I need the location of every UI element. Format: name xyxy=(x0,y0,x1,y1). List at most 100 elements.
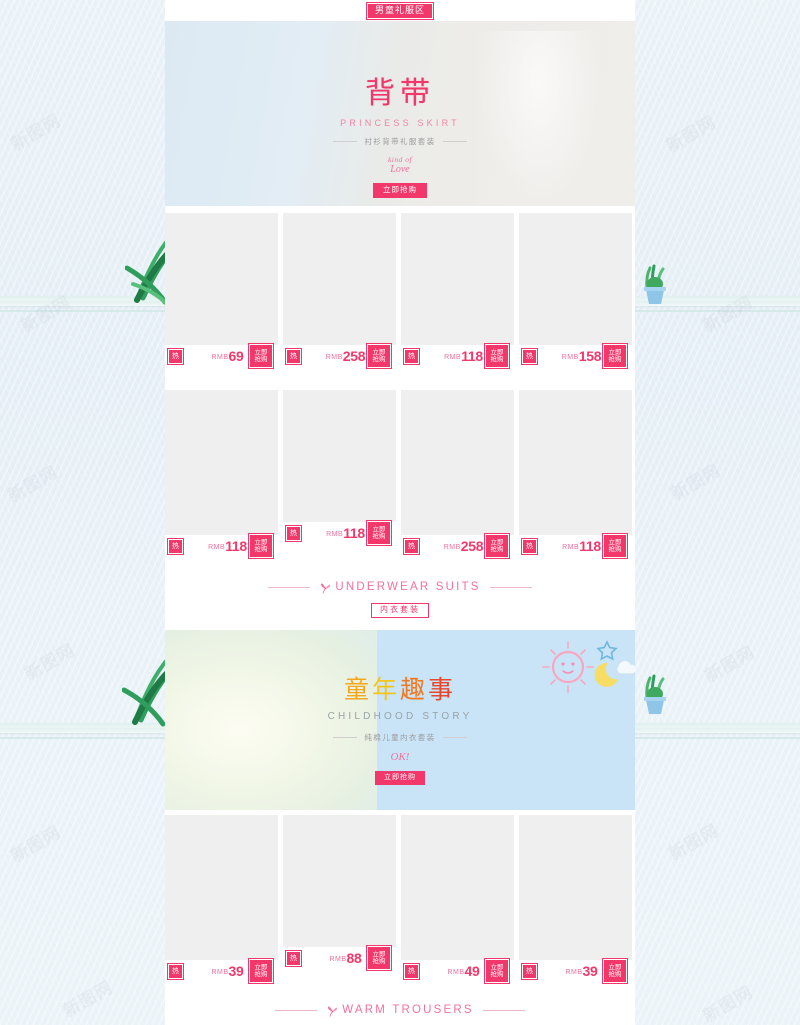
product-card[interactable]: 热 RMB118 立即 抢购 xyxy=(165,390,278,558)
banner2-title-char-2: 年 xyxy=(371,676,400,704)
price-amount: 118 xyxy=(461,347,483,364)
product-info-bar: 热 RMB39 立即 抢购 xyxy=(165,959,278,983)
buy-now-button[interactable]: 立即 抢购 xyxy=(485,534,509,558)
currency-label: RMB xyxy=(208,543,226,551)
buy-line-2: 抢购 xyxy=(608,971,622,978)
buy-line-2: 抢购 xyxy=(490,546,504,553)
product-image-placeholder xyxy=(519,390,632,558)
product-image-placeholder xyxy=(165,815,278,983)
product-row-2: 热 RMB118 立即 抢购 热 RMB118 立即 抢购 热 RMB258 立… xyxy=(165,390,635,562)
buy-line-1: 立即 xyxy=(254,348,268,356)
section-title-wrap: UNDERWEAR SUITS xyxy=(319,580,480,594)
price-amount: 258 xyxy=(460,537,484,554)
banner2-text-stack: 童年趣事 CHILDHOOD STORY 纯棉儿童内衣套装 OK! 立即抢购 xyxy=(165,630,635,810)
currency-label: RMB xyxy=(326,530,344,538)
buy-line-1: 立即 xyxy=(490,963,504,971)
hot-badge: 热 xyxy=(168,349,183,364)
buy-line-2: 抢购 xyxy=(490,356,504,363)
price-amount: 118 xyxy=(225,537,247,554)
buy-now-button[interactable]: 立即 抢购 xyxy=(249,534,273,558)
buy-line-2: 抢购 xyxy=(608,356,622,363)
currency-label: RMB xyxy=(329,955,347,963)
product-info-bar: 热 RMB158 立即 抢购 xyxy=(519,344,632,368)
product-card[interactable]: 热 RMB88 立即 抢购 xyxy=(283,815,396,970)
banner2-title-char-4: 事 xyxy=(428,676,457,704)
product-row-3: 热 RMB39 立即 抢购 热 RMB88 立即 抢购 热 RMB49 立即 抢… xyxy=(165,815,635,987)
product-card[interactable]: 热 RMB258 立即 抢购 xyxy=(283,213,396,368)
potted-plant-right-lower xyxy=(644,674,666,714)
buy-line-1: 立即 xyxy=(608,963,622,971)
buy-line-1: 立即 xyxy=(254,538,268,546)
product-card[interactable]: 热 RMB69 立即 抢购 xyxy=(165,213,278,368)
product-image-placeholder xyxy=(519,815,632,983)
product-image-placeholder xyxy=(401,390,514,558)
price-amount: 39 xyxy=(582,962,598,979)
buy-now-button[interactable]: 立即 抢购 xyxy=(485,959,509,983)
hot-badge: 热 xyxy=(168,539,183,554)
banner-text-stack: 背带 PRINCESS SKIRT 衬衫背带礼服套装 kind of Love … xyxy=(165,21,635,206)
product-image-placeholder xyxy=(401,815,514,983)
banner-buy-button[interactable]: 立即抢购 xyxy=(373,183,427,198)
product-card[interactable]: 热 RMB258 立即 抢购 xyxy=(401,390,514,558)
buy-line-1: 立即 xyxy=(372,525,386,533)
buy-now-button[interactable]: 立即 抢购 xyxy=(367,344,391,368)
product-image-placeholder xyxy=(165,390,278,558)
product-info-bar: 热 RMB49 立即 抢购 xyxy=(401,959,514,983)
buy-now-button[interactable]: 立即 抢购 xyxy=(603,959,627,983)
buy-line-2: 抢购 xyxy=(372,533,386,540)
butterfly-icon xyxy=(321,583,331,594)
section-divider-left xyxy=(275,1009,318,1011)
product-card[interactable]: 热 RMB118 立即 抢购 xyxy=(519,390,632,558)
section-badge[interactable]: 内衣套装 xyxy=(371,603,429,618)
section-title-row: UNDERWEAR SUITS xyxy=(165,580,635,594)
product-card[interactable]: 热 RMB39 立即 抢购 xyxy=(165,815,278,983)
product-card[interactable]: 热 RMB118 立即 抢购 xyxy=(401,213,514,368)
section-title-text: WARM TROUSERS xyxy=(342,1004,474,1016)
product-card[interactable]: 热 RMB118 立即 抢购 xyxy=(283,390,396,545)
currency-label: RMB xyxy=(561,353,579,361)
banner2-buy-button[interactable]: 立即抢购 xyxy=(375,771,425,785)
product-card[interactable]: 热 RMB49 立即 抢购 xyxy=(401,815,514,983)
buy-now-button[interactable]: 立即 抢购 xyxy=(485,344,509,368)
section-header-warm-trousers: WARM TROUSERS xyxy=(165,1003,635,1017)
butterfly-icon xyxy=(328,1006,338,1017)
banner2-tagline: 纯棉儿童内衣套装 xyxy=(364,733,436,742)
buy-now-button[interactable]: 立即 抢购 xyxy=(367,521,391,545)
banner-tagline: 衬衫背带礼服套装 xyxy=(364,137,436,146)
hot-badge: 热 xyxy=(404,349,419,364)
product-info-bar: 热 RMB118 立即 抢购 xyxy=(401,344,514,368)
hot-badge: 热 xyxy=(286,349,301,364)
buy-line-2: 抢购 xyxy=(372,356,386,363)
banner-script-line2: Love xyxy=(390,163,410,175)
page-content-column: 男童礼服区 背带 PRINCESS SKIRT 衬衫背带礼服套装 kind of… xyxy=(165,0,635,1025)
product-info-bar: 热 RMB258 立即 抢购 xyxy=(401,534,514,558)
currency-label: RMB xyxy=(447,968,465,976)
divider-line-right xyxy=(442,737,467,738)
section-divider-right xyxy=(489,586,532,588)
banner2-title-char-1: 童 xyxy=(343,676,372,704)
currency-label: RMB xyxy=(325,353,343,361)
buy-now-button[interactable]: 立即 抢购 xyxy=(367,946,391,970)
hot-badge: 热 xyxy=(522,964,537,979)
hot-badge: 热 xyxy=(522,539,537,554)
hero-banner-princess-skirt[interactable]: 背带 PRINCESS SKIRT 衬衫背带礼服套装 kind of Love … xyxy=(165,21,635,206)
currency-label: RMB xyxy=(443,543,461,551)
currency-label: RMB xyxy=(562,543,580,551)
buy-now-button[interactable]: 立即 抢购 xyxy=(249,344,273,368)
section-divider-left xyxy=(268,586,311,588)
top-category-badge[interactable]: 男童礼服区 xyxy=(366,3,434,19)
buy-now-button[interactable]: 立即 抢购 xyxy=(603,344,627,368)
banner2-title-char-3: 趣 xyxy=(400,676,429,704)
buy-line-1: 立即 xyxy=(490,348,504,356)
product-card[interactable]: 热 RMB39 立即 抢购 xyxy=(519,815,632,983)
price-amount: 39 xyxy=(228,962,244,979)
buy-now-button[interactable]: 立即 抢购 xyxy=(603,534,627,558)
price-amount: 69 xyxy=(228,347,244,364)
hero-banner-childhood-story[interactable]: 童年趣事 CHILDHOOD STORY 纯棉儿童内衣套装 OK! 立即抢购 xyxy=(165,630,635,810)
hot-badge: 热 xyxy=(286,526,301,541)
product-card[interactable]: 热 RMB158 立即 抢购 xyxy=(519,213,632,368)
buy-line-1: 立即 xyxy=(372,950,386,958)
currency-label: RMB xyxy=(565,968,583,976)
product-info-bar: 热 RMB69 立即 抢购 xyxy=(165,344,278,368)
buy-now-button[interactable]: 立即 抢购 xyxy=(249,959,273,983)
